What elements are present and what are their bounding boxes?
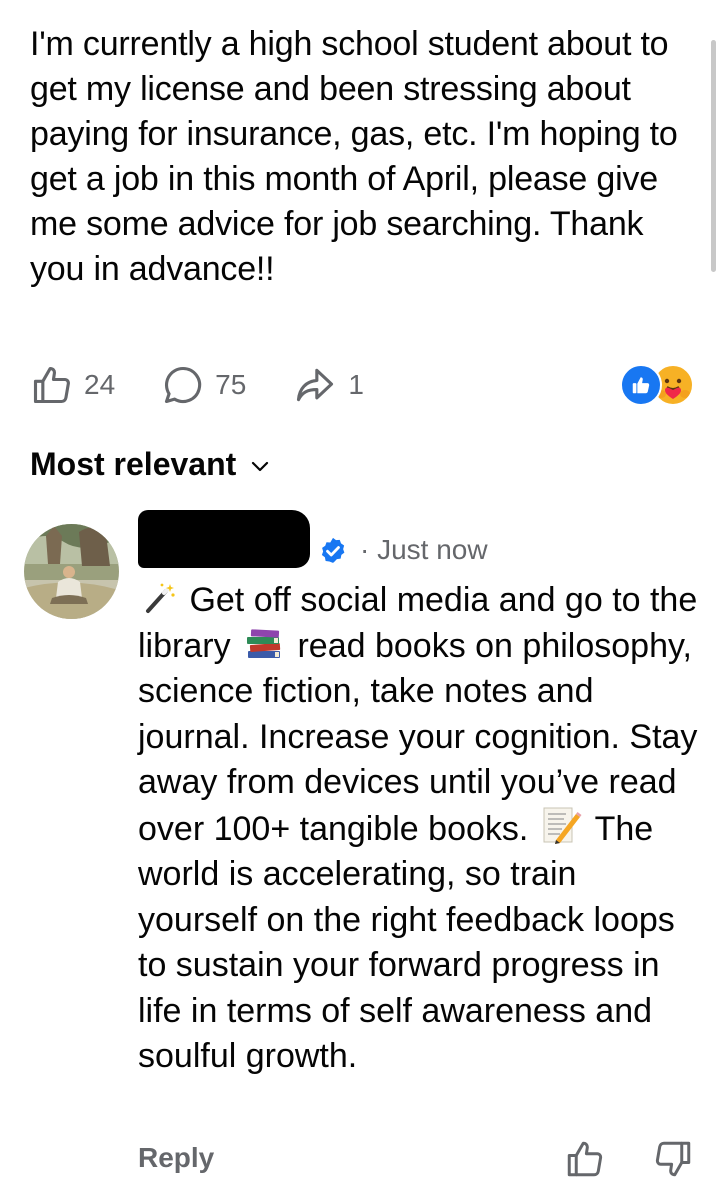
memo-icon <box>543 807 582 844</box>
downvote-icon[interactable] <box>652 1138 694 1180</box>
share-button[interactable]: 1 <box>292 363 364 407</box>
comment-bubble-icon <box>165 366 202 404</box>
comment-button[interactable]: 75 <box>161 363 246 407</box>
post-stats-bar: 24 75 1 <box>30 362 706 408</box>
share-count: 1 <box>348 369 364 400</box>
comment-text-part3: The world is accelerating, so train your… <box>138 809 675 1076</box>
comment-count: 75 <box>215 369 247 400</box>
upvote-icon[interactable] <box>564 1138 606 1180</box>
reaction-summary[interactable] <box>620 364 694 406</box>
comment-sort-dropdown[interactable]: Most relevant <box>30 446 270 483</box>
commenter-avatar[interactable] <box>24 524 119 619</box>
scrollbar[interactable] <box>711 40 716 272</box>
share-arrow-icon <box>297 368 334 402</box>
books-icon <box>247 628 281 658</box>
comment-text: Get off social media and go to the libra… <box>138 578 703 1080</box>
like-button[interactable]: 24 <box>30 363 115 407</box>
redaction-bar <box>138 510 310 568</box>
post-text: I'm currently a high school student abou… <box>30 25 678 288</box>
comment-actions: Reply <box>138 1138 698 1182</box>
magic-wand-icon <box>146 583 175 613</box>
sort-label: Most relevant <box>30 446 237 482</box>
thumbs-up-icon <box>33 366 70 404</box>
reply-button[interactable]: Reply <box>138 1142 214 1174</box>
comment-header: M · Just now <box>138 510 698 570</box>
verified-badge-icon <box>321 537 345 563</box>
like-count: 24 <box>84 369 116 400</box>
chevron-down-icon <box>252 461 269 471</box>
comment-timestamp[interactable]: · Just now <box>360 534 488 566</box>
like-reaction-icon <box>620 364 662 406</box>
